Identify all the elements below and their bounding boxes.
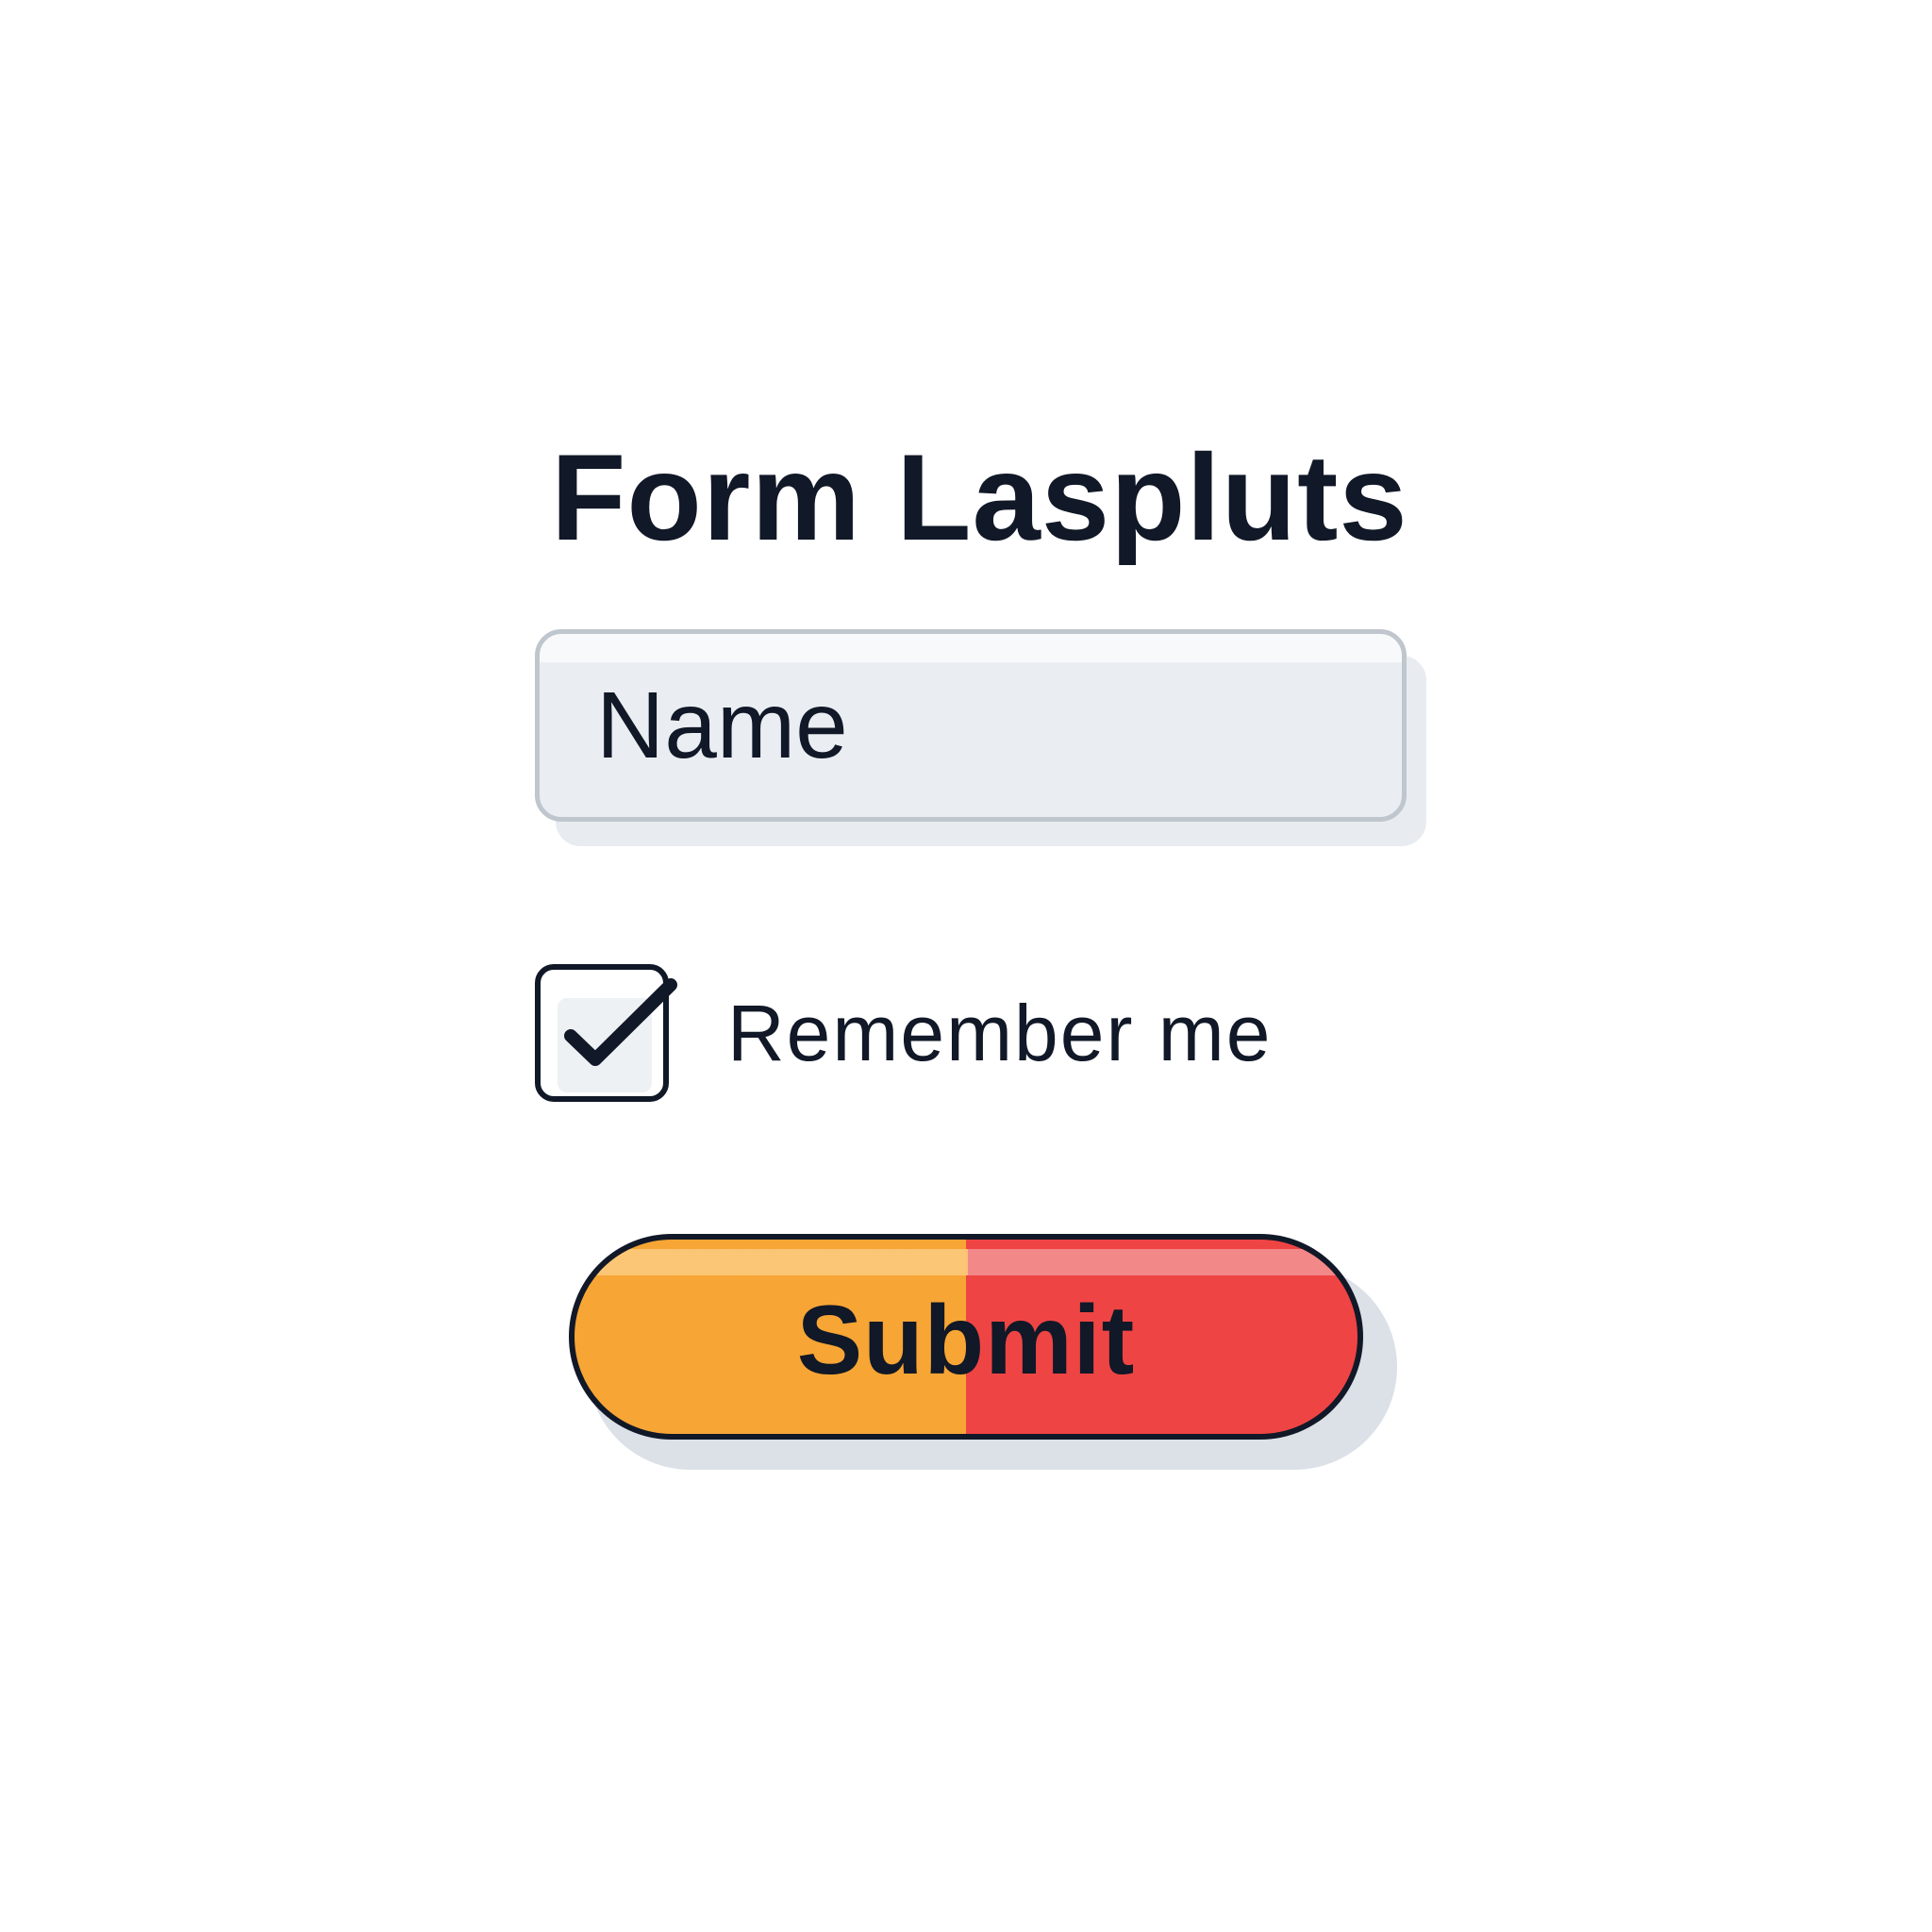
remember-me-checkbox[interactable]	[535, 964, 677, 1102]
submit-button[interactable]: Submit	[569, 1234, 1363, 1440]
submit-button-label: Submit	[796, 1286, 1136, 1396]
name-field-container	[535, 629, 1426, 846]
form-title: Form Laspluts	[551, 428, 1408, 566]
login-form: Form Laspluts Remember me Submit	[0, 0, 1932, 1932]
submit-button-highlight	[590, 1249, 1346, 1275]
name-input[interactable]	[535, 629, 1407, 822]
remember-me-option[interactable]: Remember me	[535, 962, 1272, 1104]
remember-me-label: Remember me	[727, 988, 1273, 1077]
check-icon	[564, 978, 677, 1066]
submit-container: Submit	[569, 1234, 1397, 1470]
